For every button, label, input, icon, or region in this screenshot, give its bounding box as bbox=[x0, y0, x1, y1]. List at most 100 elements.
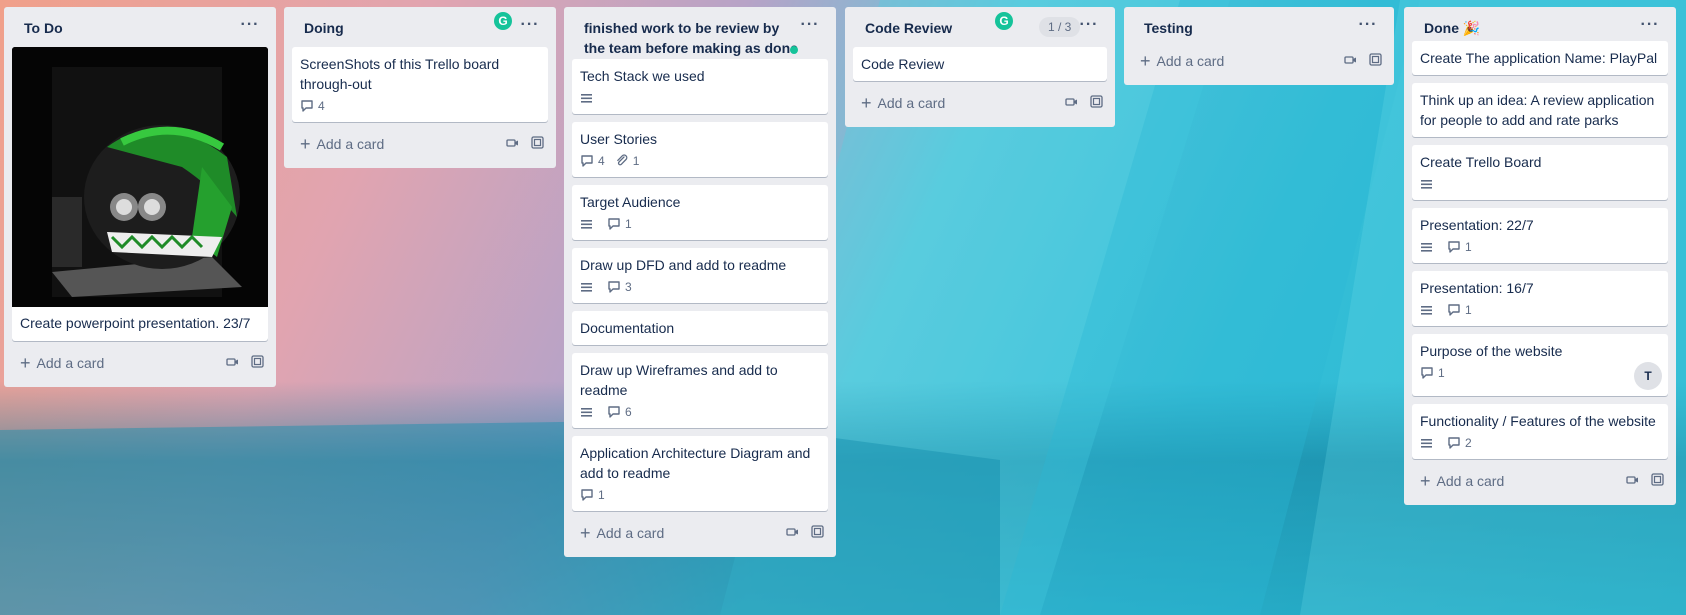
description-badge bbox=[1420, 437, 1437, 450]
list-title[interactable]: Doing bbox=[304, 19, 518, 37]
card-title: Functionality / Features of the website bbox=[1420, 413, 1656, 429]
card-template-icon[interactable] bbox=[531, 136, 544, 149]
description-badge bbox=[580, 281, 597, 294]
video-icon[interactable] bbox=[1344, 53, 1357, 66]
card[interactable]: Presentation: 22/7 1 bbox=[1412, 208, 1668, 263]
card[interactable]: Code Review bbox=[853, 47, 1107, 81]
add-card-button[interactable]: + Add a card bbox=[12, 347, 268, 379]
card-badges: 1 bbox=[1420, 361, 1660, 385]
list-title[interactable]: finished work to be review by the team b… bbox=[584, 18, 798, 58]
video-icon[interactable] bbox=[1626, 473, 1639, 486]
list-title[interactable]: Testing bbox=[1144, 19, 1356, 37]
card[interactable]: Target Audience 1 bbox=[572, 185, 828, 240]
card-title: User Stories bbox=[580, 131, 658, 147]
list-title[interactable]: To Do bbox=[24, 19, 238, 37]
description-badge bbox=[580, 218, 597, 231]
card[interactable]: Think up an idea: A review application f… bbox=[1412, 83, 1668, 137]
description-icon bbox=[1421, 179, 1432, 189]
card-cover-image bbox=[12, 47, 268, 307]
add-card-button[interactable]: + Add a card bbox=[1132, 45, 1386, 77]
list-menu-icon[interactable]: ··· bbox=[518, 17, 542, 37]
add-card-label: Add a card bbox=[316, 136, 385, 152]
status-dot bbox=[790, 46, 798, 54]
comments-count: 1 bbox=[598, 488, 605, 502]
card-title: Purpose of the website bbox=[1420, 343, 1563, 359]
description-icon bbox=[1421, 438, 1432, 448]
card-badges: 3 bbox=[580, 275, 820, 299]
comments-badge: 4 bbox=[580, 154, 605, 168]
description-icon bbox=[1421, 242, 1432, 252]
card[interactable]: Purpose of the website 1 T bbox=[1412, 334, 1668, 396]
card-badges bbox=[580, 86, 820, 110]
card[interactable]: Create Trello Board bbox=[1412, 145, 1668, 200]
card-template-icon[interactable] bbox=[1651, 473, 1664, 486]
comment-icon bbox=[1448, 304, 1460, 316]
comment-icon bbox=[581, 489, 593, 501]
card-template-icon[interactable] bbox=[811, 525, 824, 538]
list-doing: Doing G ··· ScreenShots of this Trello b… bbox=[284, 7, 556, 168]
card-title: Draw up Wireframes and add to readme bbox=[580, 362, 778, 398]
list-menu-icon[interactable]: ··· bbox=[1077, 17, 1101, 37]
list-menu-icon[interactable]: ··· bbox=[798, 17, 822, 37]
card-title: Code Review bbox=[861, 56, 945, 72]
list-title[interactable]: Done 🎉 bbox=[1424, 19, 1638, 37]
list-menu-icon[interactable]: ··· bbox=[1638, 17, 1662, 37]
list-done: Done 🎉 ··· Create The application Name: … bbox=[1404, 7, 1676, 505]
comment-icon bbox=[608, 218, 620, 230]
card-title: Create Trello Board bbox=[1420, 154, 1542, 170]
card-title: Target Audience bbox=[580, 194, 681, 210]
card[interactable]: Create The application Name: PlayPal bbox=[1412, 41, 1668, 75]
comments-count: 1 bbox=[625, 217, 632, 231]
video-icon[interactable] bbox=[786, 525, 799, 538]
comment-icon bbox=[1421, 367, 1433, 379]
card-title: Documentation bbox=[580, 320, 675, 336]
card-badges bbox=[1420, 172, 1660, 196]
add-card-button[interactable]: + Add a card bbox=[853, 87, 1107, 119]
card[interactable]: Create powerpoint presentation. 23/7 bbox=[12, 47, 268, 341]
card[interactable]: Presentation: 16/7 1 bbox=[1412, 271, 1668, 326]
description-icon bbox=[581, 282, 592, 292]
list-menu-icon[interactable]: ··· bbox=[1356, 17, 1380, 37]
card[interactable]: Functionality / Features of the website … bbox=[1412, 404, 1668, 459]
description-icon bbox=[581, 407, 592, 417]
description-badge bbox=[1420, 304, 1437, 317]
comments-count: 4 bbox=[598, 154, 605, 168]
paperclip-icon bbox=[616, 154, 628, 166]
add-card-button[interactable]: + Add a card bbox=[572, 517, 828, 549]
card-template-icon[interactable] bbox=[1090, 95, 1103, 108]
comments-badge: 1 bbox=[1447, 303, 1472, 317]
comment-icon bbox=[608, 281, 620, 293]
card[interactable]: Draw up DFD and add to readme 3 bbox=[572, 248, 828, 303]
card-badges: 4 bbox=[300, 94, 540, 118]
description-badge bbox=[1420, 241, 1437, 254]
grammarly-icon[interactable]: G bbox=[494, 12, 512, 30]
card-title: Create The application Name: PlayPal bbox=[1420, 50, 1658, 66]
comments-count: 1 bbox=[1465, 240, 1472, 254]
card[interactable]: Application Architecture Diagram and add… bbox=[572, 436, 828, 511]
video-icon[interactable] bbox=[1065, 95, 1078, 108]
card[interactable]: ScreenShots of this Trello board through… bbox=[292, 47, 548, 122]
member-avatar[interactable]: T bbox=[1634, 362, 1662, 390]
video-icon[interactable] bbox=[226, 355, 239, 368]
comments-badge: 1 bbox=[1447, 240, 1472, 254]
description-icon bbox=[581, 93, 592, 103]
list-menu-icon[interactable]: ··· bbox=[238, 17, 262, 37]
card[interactable]: Documentation bbox=[572, 311, 828, 345]
plus-icon: + bbox=[300, 134, 311, 154]
video-icon[interactable] bbox=[506, 136, 519, 149]
plus-icon: + bbox=[1420, 471, 1431, 491]
card-template-icon[interactable] bbox=[251, 355, 264, 368]
card-title: Think up an idea: A review application f… bbox=[1420, 92, 1655, 128]
card-template-icon[interactable] bbox=[1369, 53, 1382, 66]
card[interactable]: User Stories 4 1 bbox=[572, 122, 828, 177]
card-badges: 6 bbox=[580, 400, 820, 424]
card[interactable]: Tech Stack we used bbox=[572, 59, 828, 114]
card[interactable]: Draw up Wireframes and add to readme 6 bbox=[572, 353, 828, 428]
add-card-button[interactable]: + Add a card bbox=[292, 128, 548, 160]
board: To Do ··· Create powerpoint presentation… bbox=[0, 0, 1686, 615]
comments-count: 6 bbox=[625, 405, 632, 419]
list-header: To Do ··· bbox=[12, 7, 268, 47]
add-card-button[interactable]: + Add a card bbox=[1412, 465, 1668, 497]
comments-count: 1 bbox=[1465, 303, 1472, 317]
grammarly-icon[interactable]: G bbox=[995, 12, 1013, 30]
